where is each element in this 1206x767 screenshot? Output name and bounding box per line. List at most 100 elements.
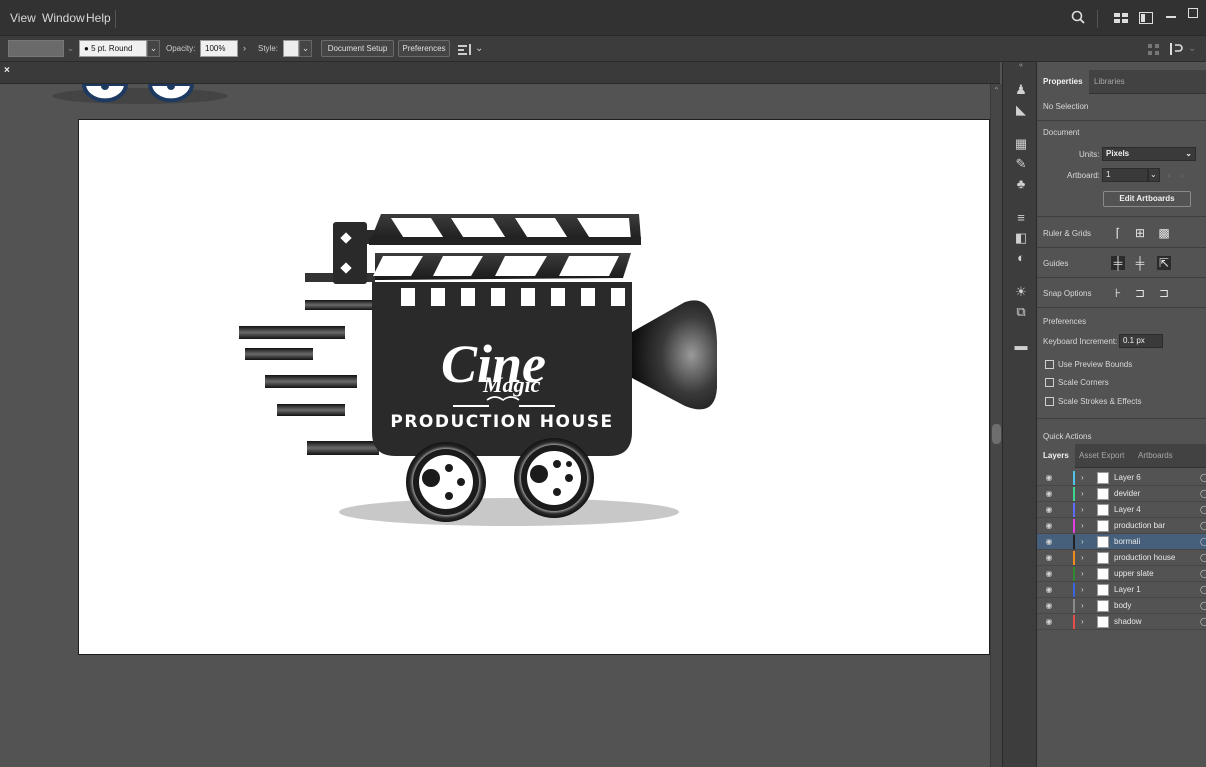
visibility-eye-icon[interactable]: ◉ [1043,552,1055,564]
target-icon[interactable]: ◯ [1200,584,1206,596]
layer-row[interactable]: ◉ › body ◯ [1037,598,1206,614]
chevron-down-icon[interactable]: ⌄ [1188,40,1196,57]
stroke-icon[interactable]: ≡ [1013,210,1029,226]
expand-arrow-icon[interactable]: › [1081,504,1089,516]
close-tab-icon[interactable]: × [4,65,10,76]
edit-artboards-button[interactable]: Edit Artboards [1103,191,1191,207]
swatches-icon[interactable]: ▦ [1013,136,1029,152]
transform-icon[interactable]: ⧉ [1013,304,1029,320]
tab-layers[interactable]: Layers [1037,444,1075,468]
visibility-eye-icon[interactable]: ◉ [1043,504,1055,516]
target-icon[interactable]: ◯ [1200,616,1206,628]
expand-arrow-icon[interactable]: › [1081,552,1089,564]
expand-arrow-icon[interactable]: › [1081,536,1089,548]
layer-name[interactable]: bormali [1114,536,1140,548]
expand-arrow-icon[interactable]: › [1081,568,1089,580]
layer-name[interactable]: body [1114,600,1131,612]
layer-name[interactable]: production bar [1114,520,1165,532]
visibility-eye-icon[interactable]: ◉ [1043,616,1055,628]
smart-guides-icon[interactable]: ⇱ [1157,256,1171,270]
preferences-button[interactable]: Preferences [398,40,450,57]
color-guide-icon[interactable]: ◐ [1013,250,1029,266]
layer-row[interactable]: ◉ › production house ◯ [1037,550,1206,566]
visibility-eye-icon[interactable]: ◉ [1043,584,1055,596]
lock-guides-icon[interactable]: ╪ [1133,256,1147,270]
visibility-eye-icon[interactable]: ◉ [1043,472,1055,484]
menu-window[interactable]: Window [42,0,85,36]
offboard-artwork[interactable] [40,84,240,108]
show-guides-icon[interactable]: ╪ [1111,256,1125,270]
keyboard-increment-field[interactable]: 0.1 px [1119,334,1163,348]
tab-properties[interactable]: Properties [1037,70,1089,94]
canvas-vertical-scrollbar[interactable]: ⌃ [990,84,1002,767]
layer-name[interactable]: Layer 1 [1114,584,1141,596]
gradient-icon[interactable]: ◣ [1013,102,1029,118]
chevron-down-icon[interactable]: ⌄ [475,40,483,57]
workspace-icon[interactable] [1139,12,1153,24]
transparency-icon[interactable]: ◧ [1013,230,1029,246]
comments-icon[interactable]: ▬ [1013,338,1029,354]
snap-to-pixel-icon[interactable]: ⊐ [1157,286,1171,300]
tab-libraries[interactable]: Libraries [1094,70,1125,94]
stroke-weight-field[interactable] [8,40,64,57]
layer-row[interactable]: ◉ › Layer 4 ◯ [1037,502,1206,518]
visibility-eye-icon[interactable]: ◉ [1043,520,1055,532]
arrange-documents-icon[interactable] [1114,13,1128,23]
layer-name[interactable]: production house [1114,552,1175,564]
layer-row-selected[interactable]: ◉ › bormali ◯ [1037,534,1206,550]
appearance-icon[interactable]: ♟ [1013,82,1029,98]
maximize-icon[interactable] [1188,8,1198,18]
expand-arrow-icon[interactable]: › [1081,584,1089,596]
target-icon[interactable]: ◯ [1200,472,1206,484]
collapse-icon[interactable]: « [1019,62,1023,69]
chevron-down-icon[interactable]: ⌄ [147,40,160,57]
layer-name[interactable]: Layer 4 [1114,504,1141,516]
snap-options-icon[interactable] [1170,43,1184,55]
expand-arrow-icon[interactable]: › [1081,616,1089,628]
menu-help[interactable]: Help [86,0,111,36]
opacity-field[interactable]: 100% [200,40,238,57]
target-icon[interactable]: ◯ [1200,520,1206,532]
visibility-eye-icon[interactable]: ◉ [1043,536,1055,548]
visibility-eye-icon[interactable]: ◉ [1043,568,1055,580]
layer-row[interactable]: ◉ › devider ◯ [1037,486,1206,502]
cine-magic-logo[interactable]: Cine Magic PRODUCTION HOUSE [79,120,990,656]
variable-width-profile[interactable]: ● 5 pt. Round [79,40,147,57]
next-artboard-icon[interactable]: › [1181,170,1184,182]
target-icon[interactable]: ◯ [1200,568,1206,580]
use-preview-bounds-checkbox[interactable] [1045,360,1054,369]
layer-row[interactable]: ◉ › Layer 6 ◯ [1037,470,1206,486]
expand-arrow-icon[interactable]: › [1081,520,1089,532]
symbols-icon[interactable]: ♣ [1013,176,1029,192]
tab-asset-export[interactable]: Asset Export [1079,444,1124,468]
chevron-down-icon[interactable]: ⌄ [64,40,77,57]
chevron-down-icon[interactable]: ⌄ [1148,168,1160,182]
layer-row[interactable]: ◉ › Layer 1 ◯ [1037,582,1206,598]
menu-view[interactable]: View [10,0,36,36]
scale-corners-checkbox[interactable] [1045,378,1054,387]
visibility-eye-icon[interactable]: ◉ [1043,488,1055,500]
target-icon[interactable]: ◯ [1200,504,1206,516]
transparency-grid-icon[interactable]: ▩ [1157,226,1171,240]
layer-name[interactable]: Layer 6 [1114,472,1141,484]
visibility-eye-icon[interactable]: ◉ [1043,600,1055,612]
layer-row[interactable]: ◉ › shadow ◯ [1037,614,1206,630]
layer-row[interactable]: ◉ › production bar ◯ [1037,518,1206,534]
expand-arrow-icon[interactable]: › [1081,600,1089,612]
brushes-icon[interactable]: ✎ [1013,156,1029,172]
ruler-icon[interactable]: ⌈ [1111,226,1125,240]
scroll-up-icon[interactable]: ⌃ [993,86,1000,95]
snap-to-point-icon[interactable]: ⊦ [1111,286,1125,300]
minimize-icon[interactable] [1166,15,1176,19]
units-select[interactable]: Pixels ⌄ [1102,147,1196,161]
target-icon[interactable]: ◯ [1200,488,1206,500]
expand-arrow-icon[interactable]: › [1081,488,1089,500]
target-icon[interactable]: ◯ [1200,552,1206,564]
document-setup-button[interactable]: Document Setup [321,40,394,57]
target-icon[interactable]: ◯ [1200,536,1206,548]
artboard-select[interactable]: 1 [1102,168,1148,182]
chevron-down-icon[interactable]: ⌄ [299,40,312,57]
previous-artboard-icon[interactable]: ‹ [1168,170,1171,182]
layer-row[interactable]: ◉ › upper slate ◯ [1037,566,1206,582]
canvas-area[interactable]: Cine Magic PRODUCTION HOUSE [0,84,990,767]
